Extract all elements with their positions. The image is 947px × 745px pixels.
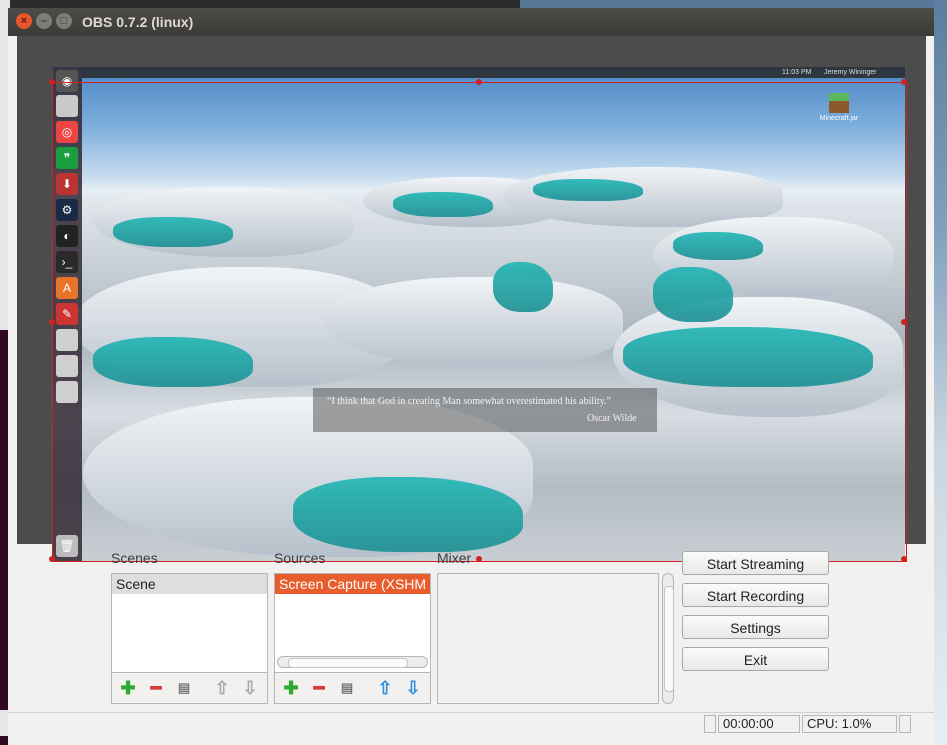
status-divider: [8, 712, 934, 713]
dash-icon: ◉: [56, 70, 78, 92]
quote-author: Oscar Wilde: [587, 413, 637, 424]
ice-shape: [623, 327, 873, 387]
minecraft-icon: [829, 93, 849, 113]
status-time: 00:00:00: [718, 715, 800, 733]
files-icon: [56, 95, 78, 117]
desktop-icon-label: Minecraft.jar: [819, 115, 859, 122]
sources-list[interactable]: Screen Capture (XSHM: [274, 573, 431, 673]
desktop-background-right: [934, 0, 947, 745]
title-bar: × – □ OBS 0.7.2 (linux): [8, 8, 934, 36]
source-properties-icon[interactable]: ▤: [338, 679, 356, 697]
sources-scrollbar[interactable]: [277, 656, 428, 668]
ice-shape: [113, 217, 233, 247]
status-cpu: CPU: 1.0%: [802, 715, 897, 733]
steam-icon: ⚙: [56, 199, 78, 221]
quote-overlay: “I think that God in creating Man somewh…: [313, 388, 657, 432]
ice-shape: [533, 179, 643, 201]
scene-item[interactable]: Scene: [112, 574, 267, 594]
close-button[interactable]: ×: [16, 13, 32, 29]
scrollbar-thumb[interactable]: [288, 658, 408, 668]
sources-toolbar: ✚ ━ ▤ ⇧ ⇩: [274, 673, 431, 704]
status-field-empty: [899, 715, 911, 733]
ice-shape: [493, 262, 553, 312]
start-recording-button[interactable]: Start Recording: [682, 583, 829, 607]
start-streaming-button[interactable]: Start Streaming: [682, 551, 829, 575]
obs-window: × – □ OBS 0.7.2 (linux) ◉ ◎ ❞ ⬇ ⚙ ◐ ›_ A…: [8, 8, 934, 745]
mixer-scrollbar[interactable]: [662, 573, 674, 704]
scene-up-icon[interactable]: ⇧: [213, 679, 231, 697]
maximize-button[interactable]: □: [56, 13, 72, 29]
status-field-empty: [704, 715, 716, 733]
sources-label: Sources: [274, 550, 326, 566]
top-panel: 11:03 PM Jeremy Wininger: [82, 67, 905, 78]
trash-icon: 🗑: [56, 535, 78, 557]
exit-button[interactable]: Exit: [682, 647, 829, 671]
remove-scene-icon[interactable]: ━: [147, 679, 165, 697]
ice-shape: [293, 477, 523, 552]
installer-icon: ⬇: [56, 173, 78, 195]
minimize-button[interactable]: –: [36, 13, 52, 29]
mixer-panel: [437, 573, 659, 704]
source-item[interactable]: Screen Capture (XSHM: [275, 574, 430, 594]
terminal-icon: ›_: [56, 251, 78, 273]
add-source-icon[interactable]: ✚: [282, 679, 300, 697]
panel-user: Jeremy Wininger: [824, 69, 877, 76]
drive-icon: [56, 329, 78, 351]
drive-icon: [56, 381, 78, 403]
ice-shape: [393, 192, 493, 217]
scrollbar-thumb[interactable]: [664, 586, 674, 692]
mixer-label: Mixer: [437, 550, 472, 566]
panel-clock: 11:03 PM: [782, 69, 812, 76]
obs-icon: ◐: [56, 225, 78, 247]
drive-icon: [56, 355, 78, 377]
scene-properties-icon[interactable]: ▤: [175, 679, 193, 697]
scenes-list[interactable]: Scene: [111, 573, 268, 673]
scenes-toolbar: ✚ ━ ▤ ⇧ ⇩: [111, 673, 268, 704]
ice-shape: [93, 337, 253, 387]
quote-text: “I think that God in creating Man somewh…: [327, 396, 611, 407]
ice-shape: [673, 232, 763, 260]
scene-down-icon[interactable]: ⇩: [241, 679, 259, 697]
scenes-label: Scenes: [111, 550, 158, 566]
ice-shape: [653, 267, 733, 322]
source-up-icon[interactable]: ⇧: [376, 679, 394, 697]
source-down-icon[interactable]: ⇩: [404, 679, 422, 697]
settings-button[interactable]: Settings: [682, 615, 829, 639]
chrome-icon: ◎: [56, 121, 78, 143]
remove-source-icon[interactable]: ━: [310, 679, 328, 697]
software-center-icon: A: [56, 277, 78, 299]
captured-desktop: ◉ ◎ ❞ ⬇ ⚙ ◐ ›_ A ✎ 🗑 11:03 PM Jeremy Win…: [53, 67, 905, 562]
window-title: OBS 0.7.2 (linux): [82, 14, 194, 30]
settings-app-icon: ✎: [56, 303, 78, 325]
preview-area[interactable]: ◉ ◎ ❞ ⬇ ⚙ ◐ ›_ A ✎ 🗑 11:03 PM Jeremy Win…: [17, 36, 926, 562]
add-scene-icon[interactable]: ✚: [119, 679, 137, 697]
hangouts-icon: ❞: [56, 147, 78, 169]
unity-launcher: ◉ ◎ ❞ ⬇ ⚙ ◐ ›_ A ✎ 🗑: [53, 67, 82, 562]
